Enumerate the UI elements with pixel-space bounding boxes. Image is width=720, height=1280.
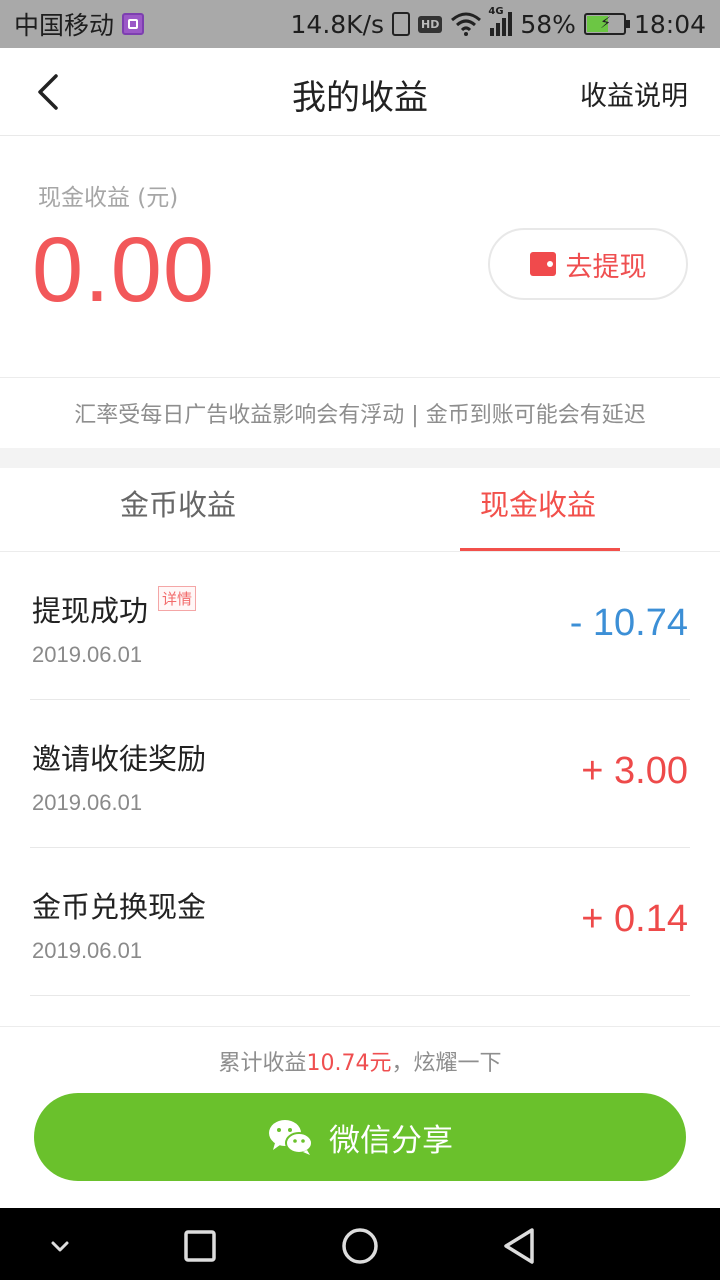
cash-summary: 现金收益 (元) 0.00 去提现: [0, 136, 720, 378]
carrier: 中国移动: [14, 6, 145, 42]
back-triangle-icon[interactable]: [500, 1226, 540, 1266]
battery-percent: 58%: [520, 9, 576, 39]
total-amount: 10.74元: [306, 1051, 392, 1076]
record-amount: + 3.00: [581, 750, 688, 792]
wallet-icon: [529, 252, 556, 276]
earnings-tabs: 金币收益 现金收益: [0, 468, 720, 552]
exchange-rate-notice: 汇率受每日广告收益影响会有浮动 | 金币到账可能会有延迟: [0, 378, 720, 448]
hd-icon: HD: [418, 15, 443, 33]
battery-icon: ⚡: [583, 13, 630, 35]
chevron-down-icon[interactable]: [40, 1226, 80, 1266]
record-amount: - 10.74: [569, 602, 688, 644]
record-title-wrap: 提现成功 详情: [32, 586, 197, 630]
signal-icon: 4G: [488, 6, 513, 36]
record-title: 邀请收徒奖励: [32, 742, 207, 776]
wechat-share-button[interactable]: 微信分享: [34, 1093, 686, 1181]
withdraw-button[interactable]: 去提现: [488, 228, 688, 300]
share-section: 累计收益10.74元，炫耀一下 微信分享: [0, 1026, 720, 1208]
withdraw-label: 去提现: [565, 251, 647, 283]
record-date: 2019.06.01: [32, 642, 143, 667]
list-item[interactable]: 邀请收徒奖励 2019.06.01 + 3.00: [30, 700, 690, 848]
wifi-icon: [451, 12, 482, 36]
record-title: 金币兑换现金: [32, 890, 207, 924]
list-item[interactable]: 金币兑换现金 2019.06.01 + 0.14: [30, 848, 690, 996]
record-title: 提现成功: [32, 594, 149, 628]
total-prefix: 累计收益: [218, 1051, 307, 1076]
app-header: 我的收益 收益说明: [0, 48, 720, 136]
share-label: 微信分享: [329, 1122, 453, 1159]
vibrate-icon: [392, 12, 411, 36]
home-circle-icon[interactable]: [340, 1226, 380, 1266]
detail-badge[interactable]: 详情: [158, 586, 197, 611]
status-bar: 中国移动 14.8K/s HD 4G 58% ⚡ 18:04: [0, 0, 720, 48]
network-type: 4G: [488, 6, 504, 17]
recents-square-icon[interactable]: [180, 1226, 220, 1266]
cumulative-earnings: 累计收益10.74元，炫耀一下: [0, 1045, 720, 1077]
tab-coin-earnings[interactable]: 金币收益: [120, 482, 236, 524]
active-tab-indicator: [460, 548, 620, 551]
record-amount: + 0.14: [581, 898, 688, 940]
list-item[interactable]: 提现成功 详情 2019.06.01 - 10.74: [30, 552, 690, 700]
record-date: 2019.06.01: [32, 790, 143, 815]
clock: 18:04: [633, 9, 706, 39]
net-speed: 14.8K/s: [290, 9, 385, 39]
cash-earnings-label: 现金收益 (元): [38, 185, 179, 211]
record-date: 2019.06.01: [32, 938, 143, 963]
total-suffix: ，炫耀一下: [391, 1051, 502, 1076]
earnings-list: 提现成功 详情 2019.06.01 - 10.74 邀请收徒奖励 2019.06…: [0, 552, 720, 996]
earnings-explanation-link[interactable]: 收益说明: [580, 74, 688, 113]
tab-cash-earnings[interactable]: 现金收益: [480, 482, 596, 524]
cash-balance: 0.00: [32, 219, 216, 321]
carrier-name: 中国移动: [14, 11, 115, 40]
gallery-notification-icon: [122, 13, 145, 35]
wechat-icon: [269, 1120, 313, 1155]
section-divider: [0, 448, 720, 468]
system-nav-bar: [0, 1208, 720, 1280]
